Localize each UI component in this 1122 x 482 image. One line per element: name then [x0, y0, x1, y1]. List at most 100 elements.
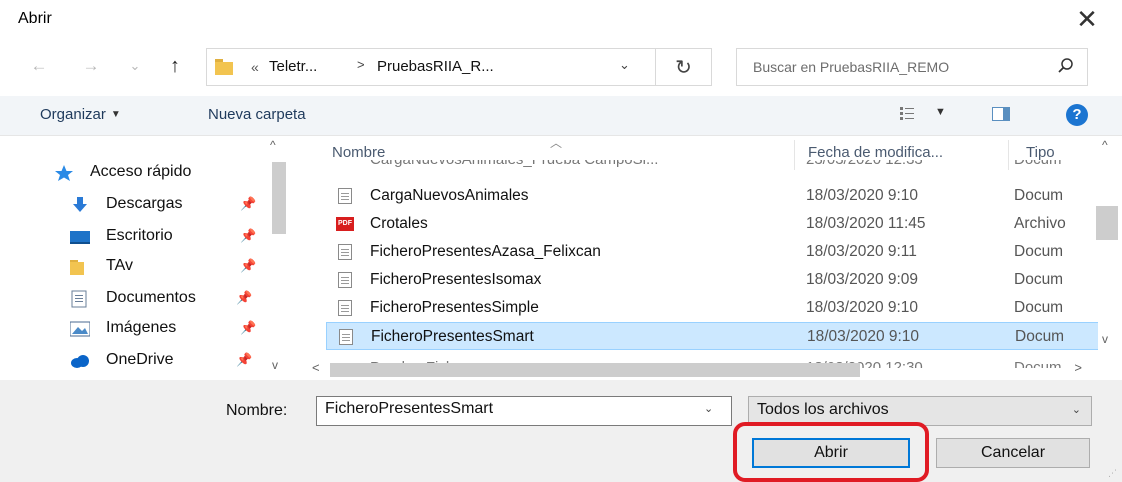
back-arrow-icon[interactable]: ← — [28, 55, 50, 77]
text-file-icon — [338, 272, 352, 288]
table-row[interactable]: FicheroPresentesSimple 18/03/2020 9:10 D… — [326, 294, 1098, 322]
search-icon[interactable] — [1057, 57, 1075, 75]
folder-icon — [215, 59, 233, 75]
breadcrumb-pruebasriia[interactable]: PruebasRIIA_R... — [377, 58, 494, 75]
filename-dropdown-chevron-icon[interactable]: ⌄ — [704, 402, 713, 415]
star-icon — [55, 165, 73, 181]
sidebar-item-label: TAv — [106, 257, 133, 274]
navigation-pane: Acceso rápido Descargas 📌 Escritorio 📌 T… — [0, 136, 294, 380]
sidebar-item-label: Imágenes — [106, 319, 177, 336]
file-list: ︿ Nombre Fecha de modifica... Tipo Carga… — [296, 136, 1098, 380]
sidebar-item-downloads[interactable]: Descargas 📌 — [70, 190, 260, 218]
table-row[interactable]: FicheroPresentesIsomax 18/03/2020 9:09 D… — [326, 266, 1098, 294]
file-name: CargaNuevosAnimales — [370, 187, 529, 204]
download-icon — [73, 197, 87, 212]
recent-locations-chevron-icon[interactable]: ⌄ — [124, 55, 146, 77]
sort-indicator-icon: ︿ — [550, 136, 563, 150]
table-row[interactable]: FicheroPresentesAzasa_Felixcan 18/03/202… — [326, 238, 1098, 266]
refresh-icon[interactable]: ↻ — [656, 48, 712, 86]
desktop-icon — [70, 231, 90, 244]
filetype-value: Todos los archivos — [757, 401, 889, 418]
pdf-file-icon: PDF — [336, 217, 354, 231]
scrollbar-thumb[interactable] — [330, 363, 860, 377]
filename-label: Nombre: — [226, 402, 288, 419]
command-toolbar: Organizar ▼ Nueva carpeta ▼ ? — [0, 96, 1122, 136]
window-title: Abrir — [18, 10, 52, 27]
table-row-partial[interactable]: CargaNuevosAnimales_Prueba CampoSi... 23… — [326, 160, 1098, 176]
scroll-right-icon[interactable]: > — [1074, 360, 1082, 375]
file-name: CargaNuevosAnimales_Prueba CampoSi... — [370, 160, 658, 174]
new-folder-button[interactable]: Nueva carpeta — [208, 106, 306, 123]
help-icon[interactable]: ? — [1066, 104, 1088, 126]
file-date: 18/03/2020 9:11 — [806, 243, 917, 260]
pin-icon: 📌 — [236, 352, 253, 367]
sidebar-item-desktop[interactable]: Escritorio 📌 — [70, 222, 260, 250]
file-name: FicheroPresentesIsomax — [370, 271, 542, 288]
sidebar-item-label: OneDrive — [106, 351, 174, 368]
navigation-bar: ← → ⌄ ↑ « Teletr... > PruebasRIIA_R... ⌄… — [0, 40, 1122, 92]
table-row[interactable]: PDF Crotales 18/03/2020 11:45 Archivo — [326, 210, 1098, 238]
table-row[interactable]: CargaNuevosAnimales 18/03/2020 9:10 Docu… — [326, 182, 1098, 210]
file-name: FicheroPresentesSmart — [371, 328, 534, 345]
up-arrow-icon[interactable]: ↑ — [164, 55, 186, 77]
sidebar-item-tav[interactable]: TAv 📌 — [70, 252, 260, 280]
text-file-icon — [338, 188, 352, 204]
address-dropdown-chevron-icon[interactable]: ⌄ — [619, 57, 630, 73]
file-type: Docum — [1014, 299, 1064, 316]
text-file-icon — [338, 300, 352, 316]
preview-pane-icon[interactable] — [992, 107, 1010, 121]
file-date: 18/03/2020 11:45 — [806, 215, 926, 232]
pin-icon: 📌 — [240, 258, 257, 273]
search-input[interactable]: Buscar en PruebasRIIA_REMO — [736, 48, 1088, 86]
text-file-icon — [339, 329, 353, 345]
filename-input[interactable]: FicheroPresentesSmart — [316, 396, 732, 426]
breadcrumb-separator[interactable]: > — [357, 57, 365, 72]
file-name: FicheroPresentesSimple — [370, 299, 539, 316]
documents-icon — [71, 290, 87, 308]
scroll-left-icon[interactable]: < — [312, 360, 320, 375]
file-type: Docum — [1014, 187, 1064, 204]
table-row-selected[interactable]: FicheroPresentesSmart 18/03/2020 9:10 Do… — [326, 322, 1098, 350]
sidebar-item-pictures[interactable]: Imágenes 📌 — [70, 314, 260, 342]
column-header-name[interactable]: Nombre — [332, 144, 385, 161]
cancel-button[interactable]: Cancelar — [936, 438, 1090, 468]
column-header-type[interactable]: Tipo — [1026, 144, 1055, 161]
close-icon[interactable]: ✕ — [1072, 4, 1102, 34]
sidebar-item-onedrive[interactable]: OneDrive 📌 — [70, 346, 260, 374]
file-list-vertical-scrollbar[interactable]: ^ v — [1094, 136, 1122, 364]
sidebar-item-label: Descargas — [106, 195, 183, 212]
address-overflow-chevron[interactable]: « — [251, 59, 259, 75]
open-button[interactable]: Abrir — [752, 438, 910, 468]
organize-menu-button[interactable]: Organizar ▼ — [40, 106, 121, 123]
dialog-footer: Nombre: FicheroPresentesSmart ⌄ Todos lo… — [0, 380, 1122, 482]
title-bar: Abrir ✕ — [0, 0, 1122, 40]
forward-arrow-icon[interactable]: → — [80, 55, 102, 77]
view-dropdown-arrow-icon[interactable]: ▼ — [935, 106, 946, 118]
file-name: Crotales — [370, 215, 428, 232]
navigation-pane-scrollbar[interactable]: ^ v — [264, 136, 294, 380]
resize-grip-icon[interactable]: ⋰ — [1108, 468, 1118, 478]
sidebar-item-quick-access[interactable]: Acceso rápido — [54, 158, 254, 186]
pin-icon: 📌 — [240, 196, 257, 211]
file-type: Archivo — [1014, 215, 1066, 232]
scroll-down-icon[interactable]: v — [1102, 332, 1108, 346]
scroll-up-icon[interactable]: ^ — [1102, 138, 1108, 152]
scroll-up-icon[interactable]: ^ — [270, 138, 276, 152]
view-options-icon[interactable] — [900, 107, 914, 121]
file-name: FicheroPresentesAzasa_Felixcan — [370, 243, 601, 260]
file-date: 18/03/2020 9:10 — [806, 299, 919, 316]
scroll-down-icon[interactable]: v — [272, 358, 278, 372]
sidebar-item-label: Documentos — [106, 289, 196, 306]
pin-icon: 📌 — [240, 320, 257, 335]
pin-icon: 📌 — [240, 228, 257, 243]
address-bar[interactable]: « Teletr... > PruebasRIIA_R... ⌄ — [206, 48, 656, 86]
column-header-date[interactable]: Fecha de modifica... — [808, 144, 943, 161]
sidebar-item-documents[interactable]: Documentos 📌 — [70, 284, 260, 312]
pin-icon: 📌 — [236, 290, 253, 305]
file-list-horizontal-scrollbar[interactable]: < > — [296, 360, 1094, 380]
scrollbar-thumb[interactable] — [1096, 206, 1118, 240]
breadcrumb-teletr[interactable]: Teletr... — [269, 58, 317, 75]
file-date: 18/03/2020 9:10 — [807, 328, 920, 345]
organize-dropdown-arrow-icon: ▼ — [110, 109, 121, 120]
scrollbar-thumb[interactable] — [272, 162, 286, 234]
